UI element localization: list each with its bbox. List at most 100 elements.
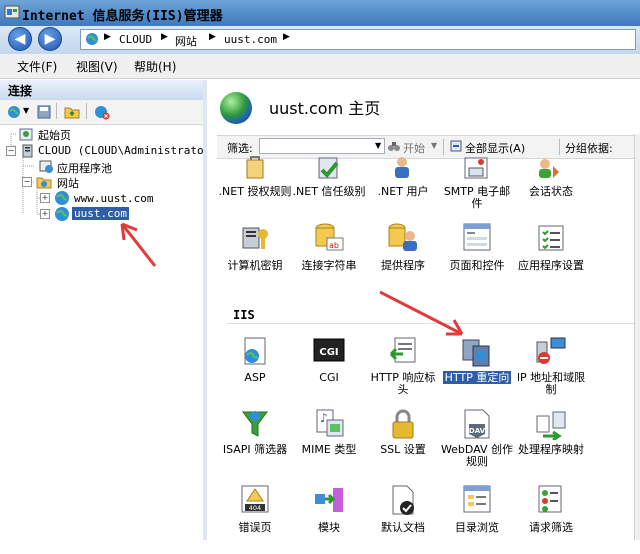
back-arrow-icon: ◀ [14, 31, 26, 47]
show-all-icon [450, 140, 462, 152]
menu-view[interactable]: 视图(V) [76, 58, 118, 75]
filter-start-button[interactable]: 开始 [403, 140, 425, 156]
feature-providers[interactable]: 提供程序 [366, 222, 440, 292]
forward-button[interactable]: ▶ [38, 27, 62, 51]
globe-icon [55, 191, 69, 205]
cgi-badge: CGI [319, 347, 338, 358]
feature-session-state[interactable]: 会话状态 [514, 156, 588, 226]
feature-machine-key[interactable]: 计算机密钥 [218, 222, 292, 292]
tree-site-www[interactable]: www.uust.com [74, 192, 153, 205]
feature-dotnet-trust[interactable]: .NET 信任级别 [292, 156, 366, 226]
machine-key-icon [242, 227, 268, 249]
tree-expand-site1[interactable]: + [40, 193, 50, 203]
feature-handler-mappings[interactable]: 处理程序映射 [514, 408, 588, 478]
toolbar-divider [86, 103, 87, 119]
ssl-lock-icon [392, 409, 414, 439]
providers-icon [388, 223, 417, 251]
tree-collapse-server[interactable]: − [6, 146, 16, 156]
up-folder-icon[interactable] [64, 104, 80, 120]
dropdown-arrow-icon[interactable]: ▼ [23, 106, 29, 115]
feature-connection-strings[interactable]: ab 连接字符串 [292, 222, 366, 292]
feature-error-pages[interactable]: 404 错误页 [218, 484, 292, 554]
binoculars-icon [388, 142, 400, 151]
menu-help[interactable]: 帮助(H) [134, 58, 176, 75]
app-pools-icon [39, 160, 53, 173]
save-icon[interactable] [36, 104, 52, 120]
feature-smtp-email[interactable]: SMTP 电子邮件 [440, 156, 514, 226]
toolbar-divider [56, 103, 57, 119]
start-dropdown-icon[interactable]: ▼ [431, 141, 437, 150]
crumb-separator-icon: ▶ [161, 32, 168, 42]
dotnet-trust-icon [318, 157, 339, 179]
request-filtering-icon [538, 485, 562, 513]
tree-start-page[interactable]: 起始页 [38, 127, 71, 143]
filter-dropdown-icon[interactable]: ▼ [375, 141, 381, 150]
feature-request-filtering[interactable]: 请求筛选 [514, 484, 588, 554]
tree-expand-site2[interactable]: + [40, 209, 50, 219]
feature-dotnet-authorization[interactable]: .NET 授权规则 [218, 156, 292, 226]
site-globe-icon [220, 92, 252, 124]
menu-file[interactable]: 文件(F) [17, 58, 57, 75]
feature-isapi-filters[interactable]: ISAPI 筛选器 [218, 408, 292, 478]
mime-types-icon: ♪ [316, 409, 344, 437]
address-bar: ◀ ▶ ▶ CLOUD ▶ 网站 ▶ uust.com ▶ [0, 26, 640, 54]
feature-directory-browsing[interactable]: 目录浏览 [440, 484, 514, 554]
feature-app-settings[interactable]: 应用程序设置 [514, 222, 588, 292]
tree-site-uust-selected[interactable]: uust.com [72, 207, 129, 220]
iis-app-icon [4, 5, 20, 19]
breadcrumb-server[interactable]: CLOUD [119, 33, 152, 46]
connection-strings-icon: ab [315, 223, 344, 251]
show-all-button[interactable]: 全部显示(A) [465, 140, 525, 156]
address-field[interactable]: ▶ CLOUD ▶ 网站 ▶ uust.com ▶ [80, 29, 636, 50]
pages-controls-icon [463, 223, 491, 251]
session-state-icon [539, 159, 559, 178]
tree-server[interactable]: CLOUD (CLOUD\Administrator) [38, 144, 217, 157]
vertical-scrollbar[interactable] [634, 134, 640, 540]
feature-asp[interactable]: ASP [218, 336, 292, 406]
feature-ip-restrictions[interactable]: IP 地址和域限制 [514, 336, 588, 406]
iis-section-header: IIS [233, 308, 255, 322]
filter-input[interactable] [259, 138, 385, 154]
breadcrumb-site[interactable]: uust.com [224, 33, 277, 46]
feature-pages-controls[interactable]: 页面和控件 [440, 222, 514, 292]
window-title: Internet 信息服务(IIS)管理器 [22, 9, 223, 24]
dotnet-users-icon [395, 157, 409, 178]
feature-webdav[interactable]: DAV WebDAV 创作规则 [440, 408, 514, 478]
connections-header: 连接 [0, 80, 203, 100]
feature-ssl-settings[interactable]: SSL 设置 [366, 408, 440, 478]
feature-mime-types[interactable]: ♪ MIME 类型 [292, 408, 366, 478]
feature-default-document[interactable]: 默认文档 [366, 484, 440, 554]
home-pane: uust.com 主页 筛选: ▼ 开始 ▼ 全部显示(A) 分组依据: .NE… [207, 80, 640, 540]
tree-app-pools[interactable]: 应用程序池 [57, 160, 112, 176]
feature-dotnet-users[interactable]: .NET 用户 [366, 156, 440, 226]
breadcrumb-sites[interactable]: 网站 [175, 33, 197, 49]
app-settings-icon [538, 225, 564, 251]
smtp-email-icon [464, 157, 488, 179]
http-redirect-label-selected: HTTP 重定向 [442, 371, 512, 384]
tree-sites[interactable]: 网站 [57, 175, 79, 191]
crumb-separator-icon: ▶ [104, 32, 111, 42]
dotnet-authorization-icon [246, 156, 264, 179]
crumb-separator-icon: ▶ [209, 32, 216, 42]
feature-modules[interactable]: 模块 [292, 484, 366, 554]
default-document-icon [392, 485, 414, 515]
group-by-label[interactable]: 分组依据: [565, 140, 613, 156]
connections-toolbar: ▼ [0, 100, 203, 125]
feature-http-redirect[interactable]: HTTP 重定向 [440, 336, 514, 406]
feature-cgi[interactable]: CGI CGI [292, 336, 366, 406]
page-title: uust.com 主页 [269, 99, 381, 118]
disconnect-icon[interactable] [94, 104, 110, 120]
filter-label: 筛选: [227, 142, 253, 155]
webdav-badge: DAV [469, 427, 486, 435]
globe-icon [86, 33, 98, 45]
tree-collapse-sites[interactable]: − [22, 177, 32, 187]
connect-globe-icon[interactable] [6, 104, 22, 120]
menu-bar: 文件(F) 视图(V) 帮助(H) [0, 54, 640, 79]
handler-mappings-icon [536, 411, 566, 440]
back-button[interactable]: ◀ [8, 27, 32, 51]
http-redirect-icon [462, 339, 490, 367]
server-icon [22, 144, 33, 158]
title-bar: Internet 信息服务(IIS)管理器 [0, 0, 640, 26]
directory-browsing-icon [463, 485, 491, 513]
feature-http-response-headers[interactable]: HTTP 响应标头 [366, 336, 440, 406]
